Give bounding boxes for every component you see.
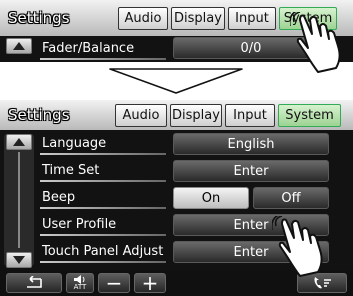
down-arrow-icon — [109, 68, 243, 94]
top-tab-display[interactable]: Display — [171, 7, 225, 30]
beep-off-button[interactable]: Off — [253, 187, 329, 209]
tab-display[interactable]: Display — [170, 104, 222, 127]
scroll-down-icon — [13, 256, 25, 264]
finger-tap-icon — [290, 12, 341, 73]
row-divider — [40, 261, 166, 263]
phone-icon — [314, 277, 331, 289]
att-button[interactable]: ATT — [66, 273, 94, 293]
language-button[interactable]: English — [173, 133, 329, 155]
volume-up-button[interactable]: + — [134, 271, 166, 295]
top-row-label: Fader/Balance — [42, 41, 135, 56]
top-title: Settings — [8, 9, 70, 27]
tab-input[interactable]: Input — [225, 104, 275, 127]
scroll-up-button[interactable] — [6, 134, 32, 150]
back-icon — [27, 276, 42, 288]
tab-system[interactable]: System — [278, 104, 341, 127]
time-set-enter-button[interactable]: Enter — [173, 160, 329, 182]
top-tab-audio[interactable]: Audio — [118, 7, 168, 30]
top-tab-input[interactable]: Input — [228, 7, 276, 30]
top-row-divider — [40, 58, 166, 60]
back-button[interactable] — [6, 273, 62, 293]
bottom-title: Settings — [8, 106, 70, 124]
row-divider — [40, 180, 166, 182]
row-label-time-set: Time Set — [42, 163, 100, 178]
scroll-up-icon — [13, 42, 25, 50]
row-label-beep: Beep — [42, 190, 76, 205]
tab-audio[interactable]: Audio — [115, 104, 167, 127]
row-label-user-profile: User Profile — [42, 217, 117, 232]
top-scroll-up-button[interactable] — [6, 38, 32, 54]
row-label-language: Language — [42, 136, 107, 151]
scroll-up-icon — [13, 138, 25, 146]
beep-on-button[interactable]: On — [173, 187, 249, 209]
finger-tap-icon — [272, 216, 323, 277]
volume-down-button[interactable]: − — [98, 271, 130, 295]
row-divider — [40, 207, 166, 209]
scroll-down-button[interactable] — [6, 252, 32, 268]
row-divider — [40, 234, 166, 236]
row-divider — [40, 153, 166, 155]
att-label: ATT — [73, 283, 87, 291]
row-label-touch-panel-adjust: Touch Panel Adjust — [42, 244, 164, 259]
scroll-track — [18, 152, 20, 248]
